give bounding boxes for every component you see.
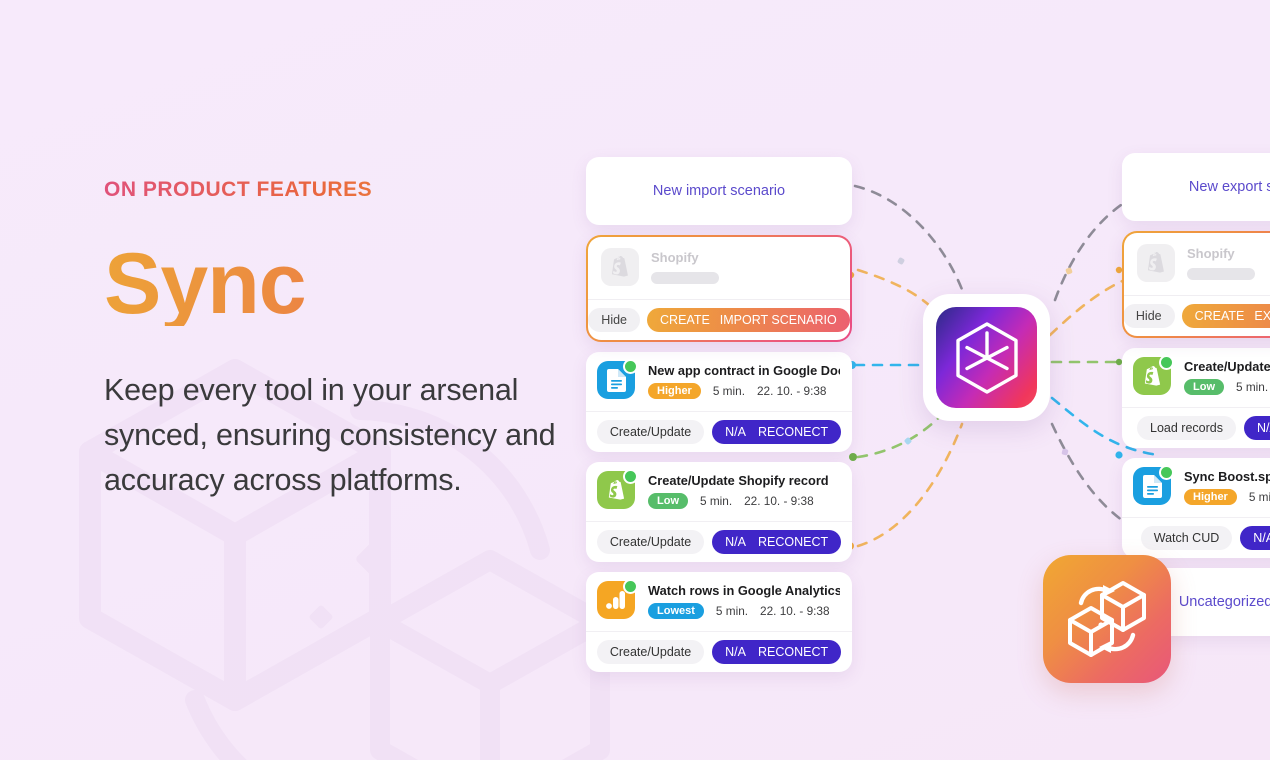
status-label: N/A (725, 425, 746, 439)
create-label: CREATE (660, 313, 710, 327)
scenario-duration: 5 min. (700, 494, 733, 508)
scenario-title: New app contract in Google Docs (648, 363, 840, 378)
priority-badge: Higher (648, 383, 701, 399)
new-import-scenario-card[interactable]: New import scenario (586, 157, 852, 225)
status-label: N/A (725, 645, 746, 659)
scenario-item-card[interactable]: Create/Update Shopify record Low 5 min. … (1122, 348, 1270, 448)
priority-badge: Lowest (648, 603, 704, 619)
scenario-item-card[interactable]: Watch rows in Google Analytics Lowest 5 … (586, 572, 852, 672)
scenario-item-card[interactable]: Create/Update Shopify record Low 5 min. … (586, 462, 852, 562)
new-import-scenario-label: New import scenario (652, 183, 786, 199)
scenario-action-button[interactable]: Load records (1137, 416, 1236, 440)
scenario-duration: 5 min. (1236, 380, 1269, 394)
confetti-dot (896, 256, 906, 266)
sync-hub-icon-tile (923, 294, 1050, 421)
connect-app-name: Shopify (1187, 246, 1235, 261)
reconnect-button[interactable]: N/A RECONECT (712, 530, 842, 554)
export-connect-card: Shopify Hide CREATE EXPORT SCENARIO (1122, 231, 1270, 338)
reconnect-button[interactable]: N/A RECONECT (712, 640, 842, 664)
status-label: N/A (725, 535, 746, 549)
hero-eyebrow: ON PRODUCT FEATURES (104, 178, 574, 202)
connect-app-name: Shopify (651, 250, 699, 265)
shopify-icon (597, 469, 638, 511)
skeleton-placeholder (1187, 268, 1255, 280)
scenario-title: Create/Update Shopify record (1184, 359, 1270, 374)
google-analytics-icon (597, 579, 638, 621)
status-dot (623, 579, 638, 594)
status-label: N/A (1256, 421, 1270, 435)
reconnect-button[interactable]: N/A RECONECT (1240, 526, 1270, 550)
reconnect-label: RECONECT (758, 425, 829, 439)
reconnect-label: RECONECT (758, 535, 829, 549)
scenario-action-button[interactable]: Watch CUD (1140, 526, 1233, 550)
create-secondary-label: IMPORT SCENARIO (719, 313, 837, 327)
create-import-scenario-button[interactable]: CREATE IMPORT SCENARIO (647, 308, 850, 332)
google-docs-icon (597, 359, 638, 401)
status-dot (1159, 355, 1174, 370)
priority-badge: Low (648, 493, 688, 509)
scenario-title: Sync Boost.space contract (1184, 469, 1270, 484)
priority-badge: Low (1184, 379, 1224, 395)
google-docs-icon (1133, 465, 1174, 507)
confetti-dot (1065, 267, 1073, 275)
scenario-duration: 5 min. (712, 384, 745, 398)
status-dot (623, 469, 638, 484)
scenario-action-button[interactable]: Create/Update (596, 420, 705, 444)
scenario-duration: 5 min. (1248, 490, 1270, 504)
import-scenario-panel: New import scenario Shopify Hide CREATE (586, 157, 852, 682)
reconnect-button[interactable]: N/A RECONECT (1243, 416, 1270, 440)
reconnect-label: RECONECT (758, 645, 829, 659)
create-secondary-label: EXPORT SCENARIO (1254, 309, 1270, 323)
new-export-scenario-card[interactable]: New export scenario (1122, 153, 1270, 221)
scenario-date: 22. 10. - 9:38 (760, 604, 830, 618)
new-export-scenario-label: New export scenario (1188, 179, 1270, 195)
create-export-scenario-button[interactable]: CREATE EXPORT SCENARIO (1181, 304, 1270, 328)
scenario-title: Watch rows in Google Analytics (648, 583, 840, 598)
uncategorized-scenario-label: Uncategorized scenario (1178, 594, 1270, 610)
scenario-duration: 5 min. (715, 604, 749, 618)
cube-hexagon-icon (936, 307, 1037, 408)
scenario-date: 22. 10. - 9:38 (744, 494, 814, 508)
scenario-title: Create/Update Shopify record (648, 473, 829, 488)
hero-subcopy: Keep every tool in your arsenal synced, … (104, 372, 556, 497)
hide-button[interactable]: Hide (1124, 304, 1175, 328)
import-connect-card: Shopify Hide CREATE IMPORT SCENARIO (586, 235, 852, 342)
scenario-item-card[interactable]: New app contract in Google Docs Higher 5… (586, 352, 852, 452)
confetti-dot (903, 436, 913, 446)
scenario-action-button[interactable]: Create/Update (596, 640, 705, 664)
page-title: Sync (104, 241, 574, 327)
scenario-action-button[interactable]: Create/Update (596, 530, 705, 554)
status-dot (1159, 465, 1174, 480)
shopify-ghost-icon (1137, 244, 1175, 282)
create-label: CREATE (1194, 309, 1245, 323)
scenario-item-card[interactable]: Sync Boost.space contract Higher 5 min. … (1122, 458, 1270, 558)
shopify-icon (1133, 355, 1174, 397)
skeleton-placeholder (651, 272, 719, 284)
reconnect-button[interactable]: N/A RECONECT (712, 420, 842, 444)
status-label: N/A (1253, 531, 1270, 545)
sync-cubes-icon (1043, 555, 1171, 683)
scenario-date: 22. 10. - 9:38 (756, 384, 827, 398)
hero-text-column: ON PRODUCT FEATURES Sync Keep every tool… (104, 178, 574, 503)
confetti-dot (1061, 448, 1069, 456)
hide-button[interactable]: Hide (588, 308, 641, 332)
priority-badge: Higher (1184, 489, 1237, 505)
shopify-ghost-icon (601, 248, 639, 286)
status-dot (623, 359, 638, 374)
